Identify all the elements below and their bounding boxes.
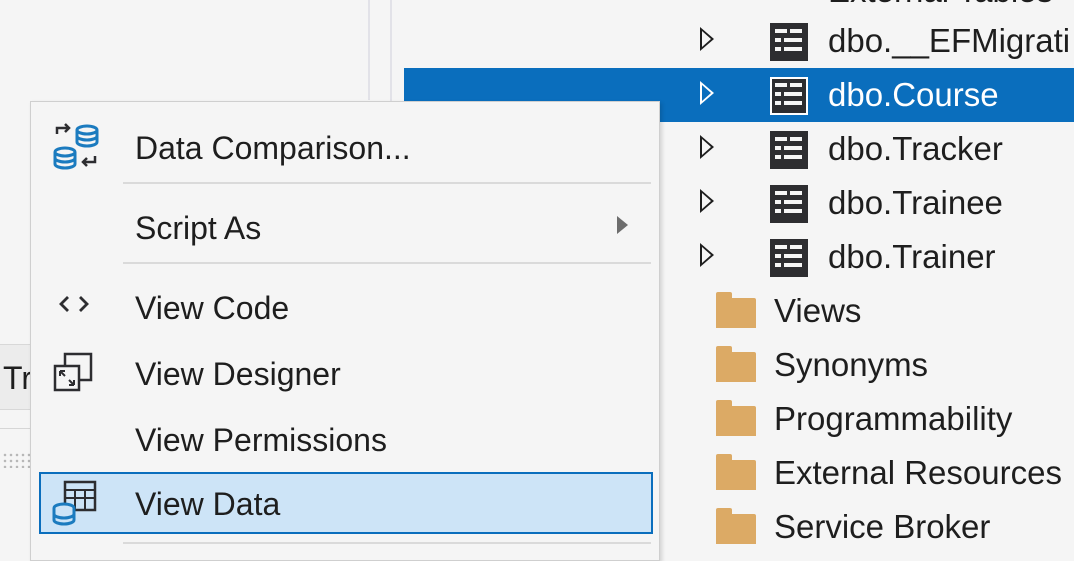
menu-item-label: View Code <box>135 290 290 326</box>
menu-item-script-as[interactable]: Script As <box>31 196 659 256</box>
tree-item-label: External Resources <box>774 454 1062 491</box>
tree-item-label: Views <box>774 292 862 329</box>
table-icon <box>770 239 808 277</box>
tree-item-label: dbo.__EFMigrati <box>828 22 1071 59</box>
submenu-arrow-icon <box>617 216 628 234</box>
tree-item-label: dbo.Course <box>828 76 999 113</box>
folder-icon <box>716 508 756 544</box>
tree-item-label: Service Broker <box>774 508 991 545</box>
expand-arrow-icon[interactable] <box>700 135 714 159</box>
menu-separator <box>123 262 651 264</box>
table-icon <box>770 23 808 61</box>
expand-arrow-icon[interactable] <box>700 27 714 51</box>
menu-item-view-designer[interactable]: View Designer <box>31 342 659 402</box>
menu-item-view-data[interactable]: View Data <box>39 472 653 534</box>
table-icon <box>770 77 808 115</box>
data-comparison-icon <box>53 123 99 170</box>
folder-icon <box>716 400 756 436</box>
expand-arrow-icon[interactable] <box>700 189 714 213</box>
drag-grip[interactable] <box>2 452 30 468</box>
table-icon <box>770 131 808 169</box>
menu-separator <box>123 542 651 544</box>
context-menu: Data Comparison... Script As View Code V… <box>30 101 660 561</box>
menu-item-label: View Permissions <box>135 422 387 458</box>
code-brackets-icon <box>59 296 89 312</box>
view-data-icon <box>52 480 97 526</box>
menu-item-view-permissions[interactable]: View Permissions <box>31 408 659 468</box>
expand-arrow-icon[interactable] <box>700 81 714 105</box>
panel-divider <box>368 0 370 100</box>
menu-item-data-comparison[interactable]: Data Comparison... <box>31 116 659 176</box>
menu-item-label: View Designer <box>135 356 341 392</box>
tree-item-table[interactable]: dbo.__EFMigrati <box>404 14 1074 68</box>
folder-icon <box>716 292 756 328</box>
tree-item-label: dbo.Trainee <box>828 184 1003 221</box>
menu-separator <box>123 182 651 184</box>
folder-icon <box>716 346 756 382</box>
expand-arrow-icon[interactable] <box>700 243 714 267</box>
tree-item-external-tables[interactable]: External Tables <box>828 0 1053 10</box>
menu-item-label: Script As <box>135 210 262 246</box>
tree-item-label: Programmability <box>774 400 1013 437</box>
menu-item-label: Data Comparison... <box>135 130 411 166</box>
table-icon <box>770 185 808 223</box>
menu-item-label: View Data <box>135 486 281 522</box>
folder-icon <box>716 454 756 490</box>
designer-icon <box>53 352 93 392</box>
tree-item-label: dbo.Tracker <box>828 130 1003 167</box>
tree-item-label: Synonyms <box>774 346 929 383</box>
document-tab-label: Tr <box>3 360 33 396</box>
tree-item-label: dbo.Trainer <box>828 238 996 275</box>
menu-item-view-code[interactable]: View Code <box>31 276 659 336</box>
